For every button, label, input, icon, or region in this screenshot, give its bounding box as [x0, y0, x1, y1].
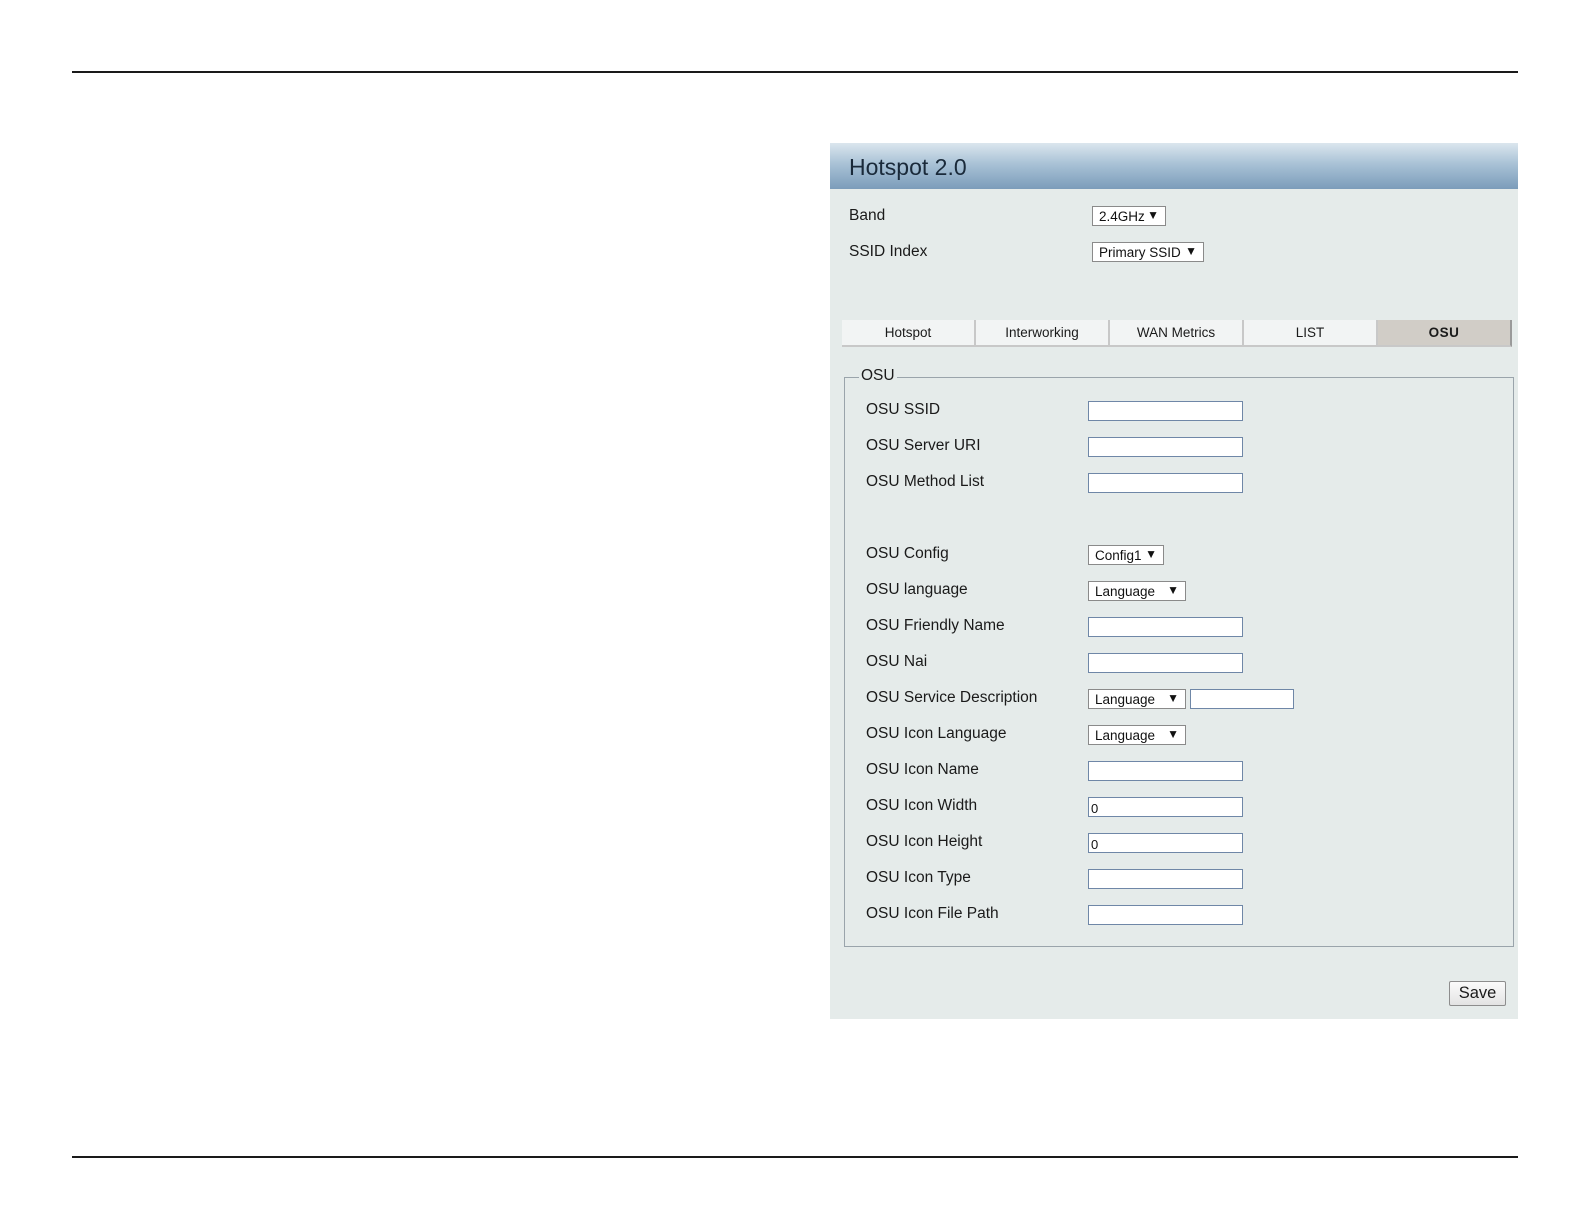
ssid-index-select[interactable]: Primary SSID ▼: [1092, 242, 1204, 262]
osu-nai-label: OSU Nai: [866, 653, 928, 670]
tab-bar: Hotspot Interworking WAN Metrics LIST OS…: [842, 320, 1512, 347]
osu-icon-name-label: OSU Icon Name: [866, 761, 979, 778]
osu-icon-type-input[interactable]: [1088, 869, 1243, 889]
osu-ssid-label: OSU SSID: [866, 401, 941, 418]
band-select[interactable]: 2.4GHz ▼: [1092, 206, 1166, 226]
osu-icon-type-label: OSU Icon Type: [866, 869, 971, 886]
chevron-down-icon: ▼: [1145, 547, 1157, 561]
band-label: Band: [849, 207, 886, 224]
osu-legend: OSU: [859, 367, 897, 385]
osu-icon-file-path-label: OSU Icon File Path: [866, 905, 999, 922]
osu-language-label: OSU language: [866, 581, 968, 598]
panel-title: Hotspot 2.0: [830, 143, 1518, 189]
osu-config-label: OSU Config: [866, 545, 949, 562]
osu-config-select-value: Config1: [1095, 548, 1142, 563]
osu-server-uri-label: OSU Server URI: [866, 437, 981, 454]
hotspot-panel: Hotspot 2.0 Band 2.4GHz ▼ SSID Index Pri…: [830, 143, 1518, 1019]
osu-ssid-input[interactable]: [1088, 401, 1243, 421]
osu-friendly-name-label: OSU Friendly Name: [866, 617, 1005, 634]
top-divider: [72, 71, 1518, 73]
chevron-down-icon: ▼: [1167, 727, 1179, 741]
osu-language-select[interactable]: Language ▼: [1088, 581, 1186, 601]
ssid-index-label: SSID Index: [849, 243, 928, 260]
tab-osu[interactable]: OSU: [1378, 320, 1512, 347]
save-button[interactable]: Save: [1449, 981, 1506, 1006]
osu-service-description-input[interactable]: [1190, 689, 1294, 709]
osu-method-list-input[interactable]: [1088, 473, 1243, 493]
ssid-index-select-value: Primary SSID: [1099, 245, 1181, 260]
osu-service-description-select-value: Language: [1095, 692, 1156, 707]
tab-hotspot[interactable]: Hotspot: [842, 320, 976, 347]
osu-icon-name-input[interactable]: [1088, 761, 1243, 781]
osu-service-description-language-select[interactable]: Language ▼: [1088, 689, 1186, 709]
chevron-down-icon: ▼: [1167, 583, 1179, 597]
chevron-down-icon: ▼: [1167, 691, 1179, 705]
osu-nai-input[interactable]: [1088, 653, 1243, 673]
osu-fieldset: OSU OSU SSID OSU Server URI OSU Method L…: [844, 367, 1514, 947]
osu-icon-file-path-input[interactable]: [1088, 905, 1243, 925]
osu-method-list-label: OSU Method List: [866, 473, 985, 490]
band-select-value: 2.4GHz: [1099, 209, 1145, 224]
osu-service-description-label: OSU Service Description: [866, 689, 1038, 706]
osu-config-select[interactable]: Config1 ▼: [1088, 545, 1164, 565]
chevron-down-icon: ▼: [1185, 244, 1197, 258]
osu-icon-language-select-value: Language: [1095, 728, 1156, 743]
tab-list[interactable]: LIST: [1244, 320, 1378, 347]
chevron-down-icon: ▼: [1147, 208, 1159, 222]
osu-language-select-value: Language: [1095, 584, 1156, 599]
osu-icon-language-label: OSU Icon Language: [866, 725, 1007, 742]
tab-interworking[interactable]: Interworking: [976, 320, 1110, 347]
osu-icon-height-label: OSU Icon Height: [866, 833, 983, 850]
osu-icon-language-select[interactable]: Language ▼: [1088, 725, 1186, 745]
osu-friendly-name-input[interactable]: [1088, 617, 1243, 637]
osu-icon-width-label: OSU Icon Width: [866, 797, 978, 814]
osu-icon-width-input[interactable]: 0: [1088, 797, 1243, 817]
osu-icon-height-input[interactable]: 0: [1088, 833, 1243, 853]
bottom-divider: [72, 1156, 1518, 1158]
osu-server-uri-input[interactable]: [1088, 437, 1243, 457]
tab-wan-metrics[interactable]: WAN Metrics: [1110, 320, 1244, 347]
